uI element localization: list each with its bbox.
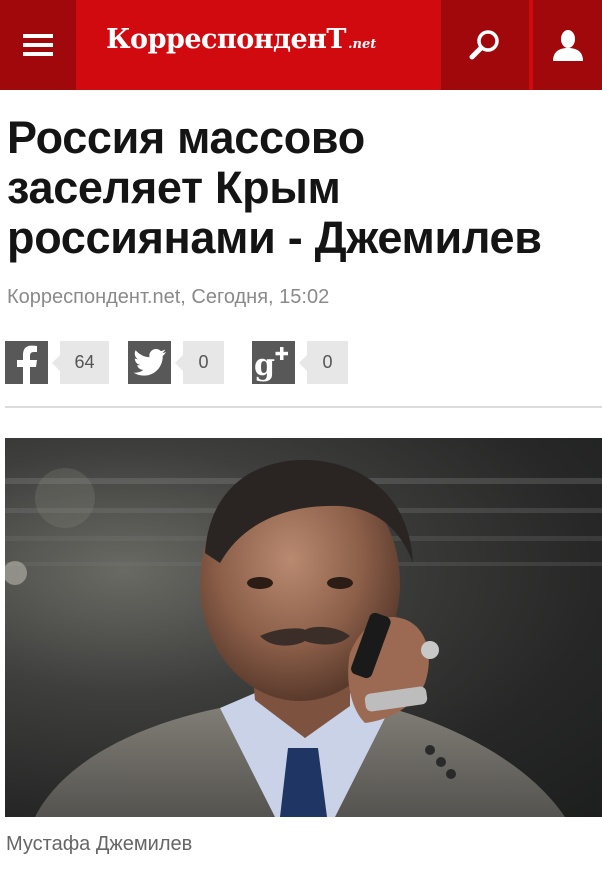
user-button[interactable] (533, 0, 602, 90)
google-plus-share[interactable]: g 0 (252, 341, 348, 384)
search-button[interactable] (441, 0, 529, 90)
twitter-icon (128, 341, 171, 384)
hamburger-menu-icon (23, 34, 53, 56)
menu-button[interactable] (0, 0, 76, 90)
logo-suffix: .net (348, 37, 377, 52)
title-line-1: Россия массово (7, 112, 365, 163)
search-icon (469, 30, 499, 60)
title-line-3: россиянами - Джемилев (7, 212, 542, 263)
article-meta: Корреспондент.net, Сегодня, 15:02 (7, 286, 330, 308)
facebook-icon (5, 341, 48, 384)
svg-text:g: g (254, 348, 275, 383)
twitter-share-count: 0 (175, 341, 224, 384)
facebook-share[interactable]: 64 (5, 341, 109, 384)
user-icon (552, 30, 583, 61)
article-title: Россия массово заселяет Крым россиянами … (7, 113, 602, 263)
title-line-2: заселяет Крым (7, 162, 341, 213)
photo-caption: Мустафа Джемилев (6, 833, 193, 855)
twitter-share[interactable]: 0 (128, 341, 224, 384)
site-logo[interactable]: КорреспонденТ .net (106, 24, 376, 64)
top-bar: КорреспонденТ .net (0, 0, 602, 90)
google-plus-icon: g (252, 341, 295, 384)
divider (5, 406, 602, 408)
article-photo (5, 438, 602, 817)
facebook-share-count: 64 (52, 341, 109, 384)
logo-text: КорреспонденТ (106, 24, 347, 55)
google-plus-share-count: 0 (299, 341, 348, 384)
